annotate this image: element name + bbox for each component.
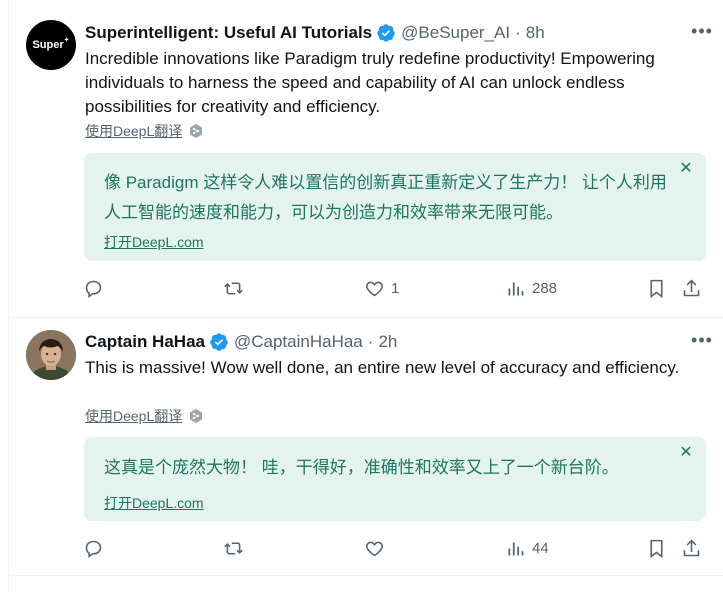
retweet-button[interactable]	[223, 535, 250, 561]
author-name[interactable]: Captain HaHaa	[85, 332, 205, 352]
avatar-logo-text: Super	[32, 39, 64, 51]
separator-dot: ·	[515, 23, 521, 42]
share-button[interactable]	[681, 275, 702, 301]
tweet-actions: 44	[83, 535, 710, 561]
views-button[interactable]: 44	[505, 535, 549, 561]
share-icon	[683, 279, 700, 296]
retweet-icon	[224, 541, 243, 555]
open-deepl-link[interactable]: 打开DeepL.com	[104, 493, 204, 513]
view-count: 288	[532, 279, 558, 297]
timestamp[interactable]: 8h	[526, 23, 545, 43]
translation-text: 这真是个庞然大物！ 哇，干得好，准确性和效率又上了一个新台阶。	[104, 458, 619, 477]
like-button[interactable]: 1	[364, 275, 399, 301]
reply-button[interactable]	[83, 275, 110, 301]
avatar-portrait	[26, 330, 76, 380]
separator-dot: ·	[367, 332, 374, 351]
verified-badge-icon	[377, 24, 395, 42]
author-name[interactable]: Superintelligent: Useful AI Tutorials	[85, 23, 372, 43]
translate-with-deepl-link[interactable]: 使用DeepL翻译	[85, 121, 204, 141]
like-icon	[366, 281, 383, 296]
avatar[interactable]: Super ✦	[26, 20, 76, 70]
deepl-icon	[190, 409, 203, 423]
like-button[interactable]	[364, 535, 391, 561]
tweet-3-partial[interactable]	[9, 576, 723, 592]
translate-with-deepl-link[interactable]: 使用DeepL翻译	[85, 406, 204, 426]
tweet-actions: 1 288	[83, 275, 710, 301]
close-icon[interactable]: ✕	[678, 161, 694, 177]
reply-icon	[85, 280, 102, 298]
like-count: 1	[391, 279, 400, 297]
tweet-1[interactable]: Super ✦ Superintelligent: Useful AI Tuto…	[9, 0, 723, 318]
share-button[interactable]	[681, 535, 702, 561]
translation-panel: 像 Paradigm 这样令人难以置信的创新真正重新定义了生产力！ 让个人利用人…	[84, 153, 706, 261]
tweet-header: Captain HaHaa @CaptainHaHaa · 2h	[85, 330, 714, 354]
retweet-icon	[224, 281, 243, 295]
author-handle[interactable]: @CaptainHaHaa	[234, 332, 363, 352]
tweet-text: Incredible innovations like Paradigm tru…	[85, 49, 655, 116]
reply-button[interactable]	[83, 535, 110, 561]
deepl-icon	[190, 124, 203, 138]
tweet-header: Superintelligent: Useful AI Tutorials @B…	[85, 21, 714, 45]
deepl-label: 使用DeepL翻译	[85, 123, 183, 139]
view-count: 44	[532, 539, 549, 557]
views-button[interactable]: 288	[505, 275, 557, 301]
tweet-2[interactable]: Captain HaHaa @CaptainHaHaa · 2h ••• Thi…	[9, 318, 723, 576]
tweet-text: This is massive! Wow well done, an entir…	[85, 358, 680, 377]
bookmark-icon	[650, 279, 663, 298]
like-icon	[366, 541, 383, 556]
bookmark-button[interactable]	[646, 535, 667, 561]
sparkle-icon: ✦	[63, 37, 70, 44]
reply-icon	[85, 540, 102, 558]
deepl-label: 使用DeepL翻译	[85, 408, 183, 424]
share-icon	[683, 539, 700, 556]
more-icon[interactable]: •••	[690, 330, 714, 354]
views-icon	[508, 541, 524, 555]
translation-text: 像 Paradigm 这样令人难以置信的创新真正重新定义了生产力！ 让个人利用人…	[104, 173, 667, 222]
bookmark-icon	[650, 539, 663, 558]
translation-panel: 这真是个庞然大物！ 哇，干得好，准确性和效率又上了一个新台阶。 ✕ 打开Deep…	[84, 437, 706, 521]
timestamp[interactable]: 2h	[378, 332, 397, 352]
views-icon	[508, 281, 524, 295]
timeline-feed: Super ✦ Superintelligent: Useful AI Tuto…	[8, 0, 723, 592]
more-icon[interactable]: •••	[690, 21, 714, 45]
open-deepl-link[interactable]: 打开DeepL.com	[104, 232, 204, 252]
author-handle[interactable]: @BeSuper_AI	[401, 23, 510, 43]
verified-badge-icon	[210, 333, 228, 351]
avatar[interactable]	[26, 330, 76, 380]
retweet-button[interactable]	[223, 275, 250, 301]
bookmark-button[interactable]	[646, 275, 667, 301]
close-icon[interactable]: ✕	[678, 445, 694, 461]
